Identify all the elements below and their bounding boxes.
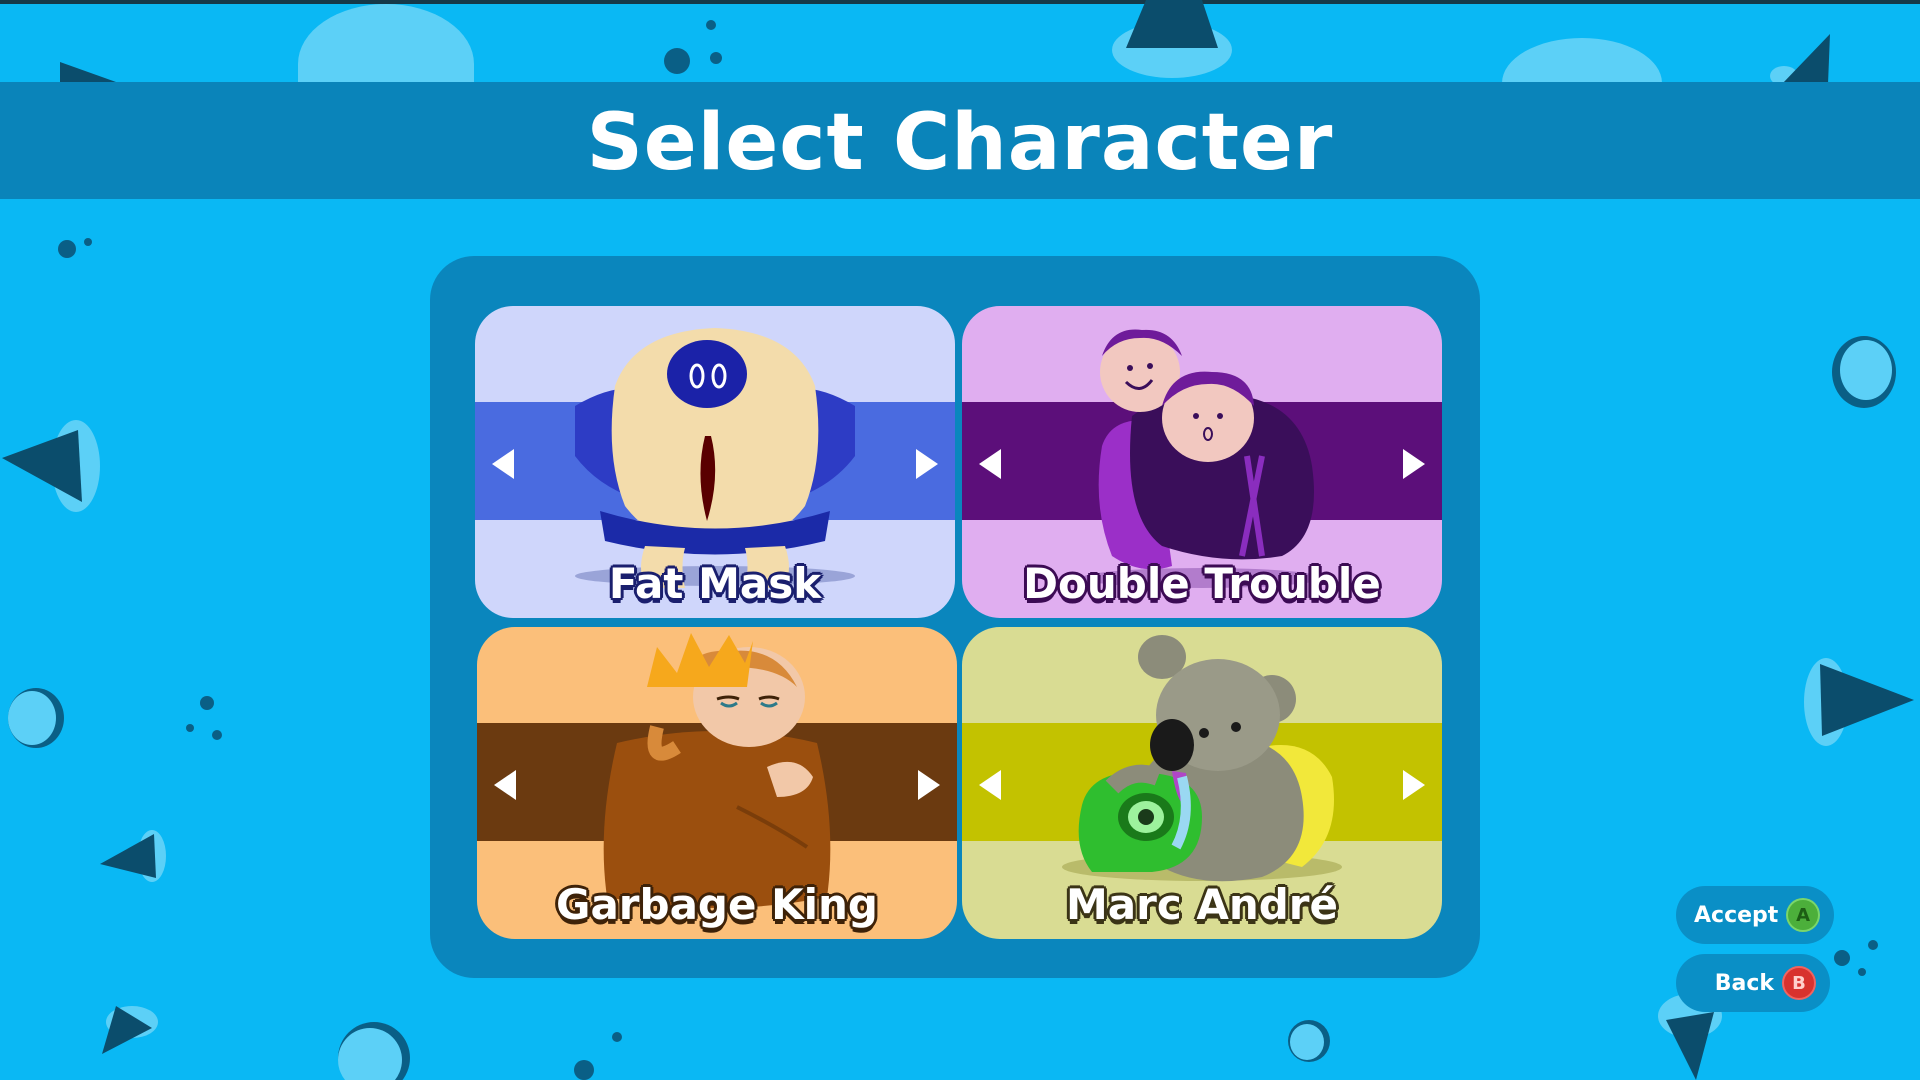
background-dot (186, 724, 194, 732)
background-spike (102, 1006, 158, 1054)
page-title: Select Character (586, 97, 1334, 188)
previous-skin-arrow[interactable] (485, 446, 521, 482)
character-name: Fat Mask (608, 559, 822, 608)
background-dot (84, 238, 92, 246)
character-select-panel: Fat Mask Double Trouble Garbage King Mar… (430, 256, 1480, 978)
background-spike (1770, 34, 1830, 86)
game-screen: Select Character Fat Mask Double Trouble… (0, 0, 1920, 1080)
background-spike (1804, 658, 1914, 746)
character-card-garbage-king[interactable]: Garbage King (477, 627, 957, 939)
background-bubble-ring (1288, 1020, 1330, 1062)
background-bubble-ring (338, 1022, 410, 1080)
character-card-fat-mask[interactable]: Fat Mask (475, 306, 955, 618)
background-dot (200, 696, 214, 710)
next-skin-arrow[interactable] (909, 446, 945, 482)
background-spike (1112, 0, 1232, 78)
background-dot (1834, 950, 1850, 966)
accept-label: Accept (1694, 902, 1779, 928)
background-dot (612, 1032, 622, 1042)
a-button-glyph: A (1796, 904, 1811, 926)
character-card-marc-andre[interactable]: Marc André (962, 627, 1442, 939)
background-dot (58, 240, 76, 258)
accept-button[interactable]: Accept A (1676, 886, 1834, 944)
previous-skin-arrow[interactable] (972, 446, 1008, 482)
b-button-icon: B (1782, 966, 1816, 1000)
back-button[interactable]: Back B (1676, 954, 1830, 1012)
a-button-icon: A (1786, 898, 1820, 932)
character-name: Garbage King (555, 880, 878, 929)
top-border (0, 0, 1920, 4)
character-name: Marc André (1065, 880, 1339, 929)
background-dot (710, 52, 722, 64)
background-dot (574, 1060, 594, 1080)
background-dot (212, 730, 222, 740)
background-bubble-ring (1832, 336, 1896, 408)
background-spike (100, 830, 166, 882)
next-skin-arrow[interactable] (1396, 767, 1432, 803)
back-label: Back (1714, 970, 1774, 996)
b-button-glyph: B (1792, 972, 1806, 994)
background-dot (706, 20, 716, 30)
next-skin-arrow[interactable] (911, 767, 947, 803)
background-dot (664, 48, 690, 74)
previous-skin-arrow[interactable] (487, 767, 523, 803)
background-spike (2, 420, 100, 512)
character-card-double-trouble[interactable]: Double Trouble (962, 306, 1442, 618)
header-banner: Select Character (0, 82, 1920, 199)
previous-skin-arrow[interactable] (972, 767, 1008, 803)
background-bubble-ring (8, 688, 64, 748)
next-skin-arrow[interactable] (1396, 446, 1432, 482)
character-name: Double Trouble (1023, 559, 1381, 608)
background-dot (1868, 940, 1878, 950)
background-dot (1858, 968, 1866, 976)
